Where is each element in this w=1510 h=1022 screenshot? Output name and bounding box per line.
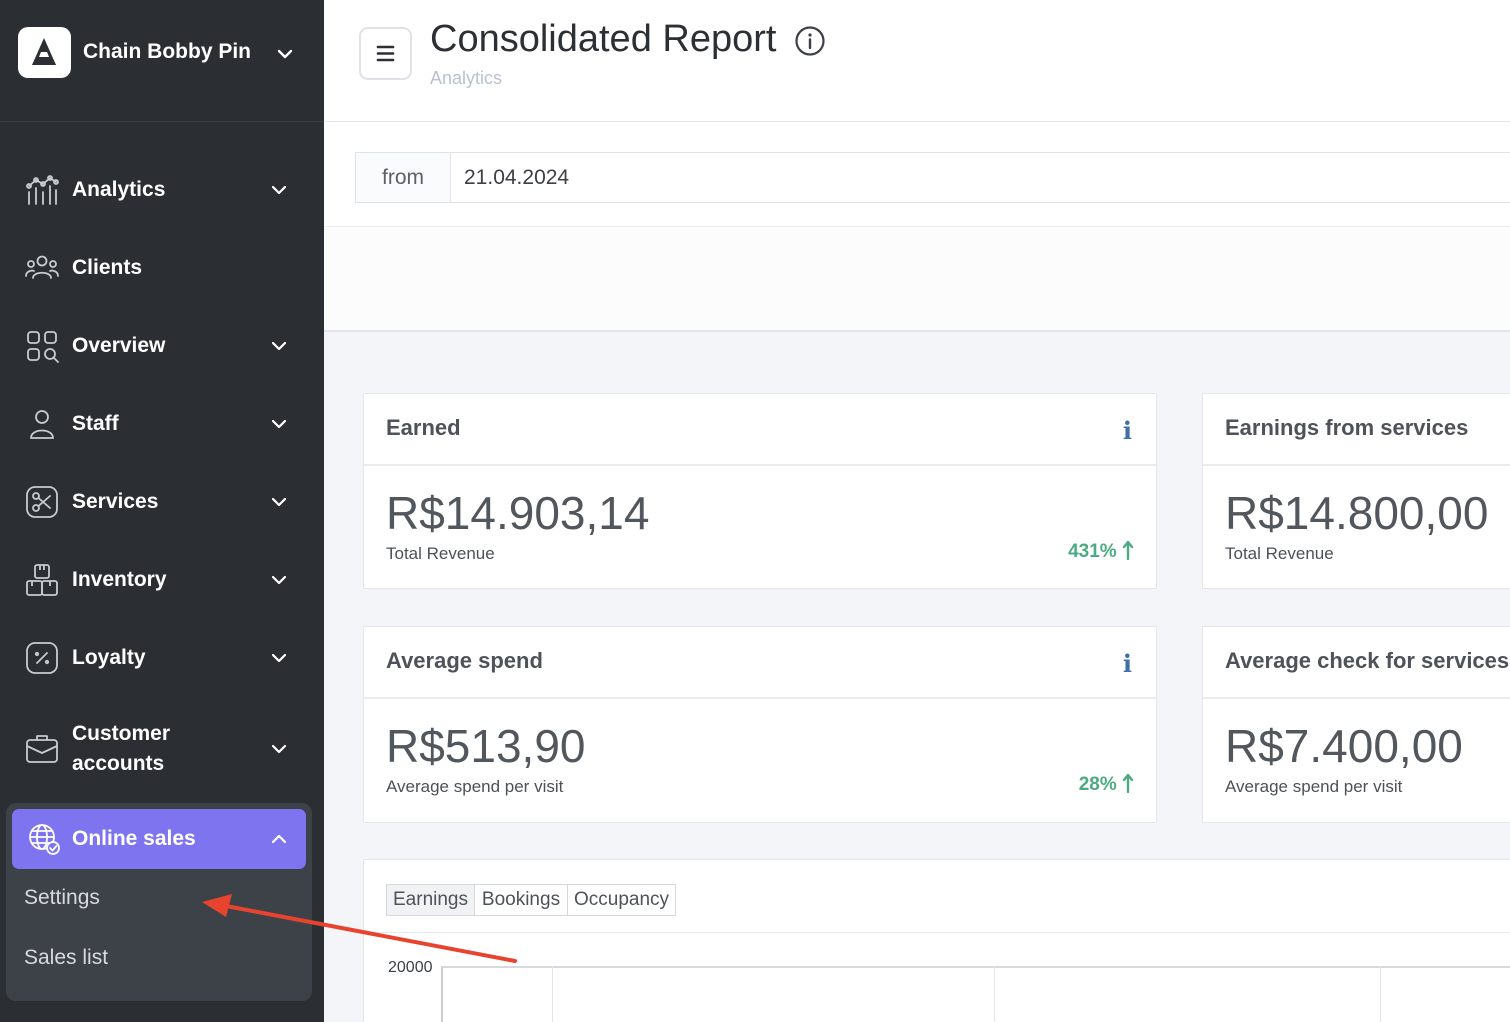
sidebar-item-label: Analytics	[72, 178, 166, 201]
sidebar: Chain Bobby Pin Analytics Clients Overvi…	[0, 0, 324, 1022]
divider	[364, 932, 1510, 933]
chevron-down-icon[interactable]	[275, 44, 295, 64]
globe-check-icon	[29, 824, 60, 855]
overview-icon	[27, 331, 59, 363]
card-value: R$513,90	[386, 720, 586, 772]
card-subtitle: Average spend per visit	[386, 777, 564, 796]
info-icon[interactable]	[794, 25, 826, 57]
brand-switcher[interactable]: Chain Bobby Pin	[0, 0, 324, 122]
arrow-up-icon	[1122, 540, 1134, 561]
y-axis-tick-label: 20000	[388, 959, 433, 976]
date-range-group: from	[355, 152, 1510, 203]
card-subtitle: Total Revenue	[1225, 544, 1334, 563]
info-icon[interactable]: i	[1123, 416, 1132, 445]
card-value: R$14.903,14	[386, 487, 650, 539]
date-from-label: from	[356, 153, 451, 202]
hamburger-icon	[376, 45, 395, 62]
gridline	[552, 966, 553, 1022]
sidebar-item-label: Services	[72, 490, 159, 513]
staff-icon	[30, 410, 54, 439]
sidebar-item-label: Clients	[72, 256, 143, 279]
chevron-up-icon	[271, 834, 287, 844]
breadcrumb[interactable]: Analytics	[430, 68, 502, 89]
chevron-down-icon	[271, 653, 287, 663]
sidebar-item-label: Inventory	[72, 568, 167, 591]
sidebar-item-label: Overview	[72, 334, 166, 357]
sidebar-subitem-sales-list[interactable]: Sales list	[24, 946, 108, 970]
gridline	[1380, 966, 1381, 1022]
card-header: Earnings from services	[1203, 394, 1510, 466]
sidebar-item-inventory[interactable]: Inventory	[0, 550, 324, 610]
card-change: 28%	[1079, 773, 1134, 796]
card-title: Earnings from services	[1225, 415, 1469, 440]
chart-card: Earnings Bookings Occupancy 20000	[363, 859, 1510, 1022]
menu-toggle-button[interactable]	[359, 27, 412, 80]
boxes-icon	[26, 564, 58, 596]
change-value: 28%	[1078, 774, 1117, 795]
briefcase-icon	[26, 735, 58, 763]
arrow-up-icon	[1122, 773, 1134, 794]
chevron-down-icon	[271, 575, 287, 585]
card-title: Average check for services	[1225, 648, 1510, 673]
sidebar-item-staff[interactable]: Staff	[0, 394, 324, 454]
card-average-check-services: Average check for services R$7.400,00 Av…	[1202, 626, 1510, 823]
card-earnings-from-services: Earnings from services R$14.800,00 Total…	[1202, 393, 1510, 589]
chevron-down-icon	[271, 744, 287, 754]
sidebar-item-clients[interactable]: Clients	[0, 238, 324, 298]
card-change: 431%	[1068, 540, 1134, 563]
scissors-icon	[26, 486, 58, 518]
card-header: Average check for services	[1203, 627, 1510, 699]
change-value: 431%	[1068, 541, 1117, 562]
card-average-spend: Average spend i R$513,90 Average spend p…	[363, 626, 1157, 823]
chevron-down-icon	[271, 185, 287, 195]
card-value: R$7.400,00	[1225, 720, 1463, 772]
gridline	[994, 966, 995, 1022]
sidebar-item-online-sales[interactable]: Online sales	[12, 809, 306, 869]
card-header: Earned i	[364, 394, 1156, 466]
date-from-input[interactable]	[452, 153, 1510, 202]
filter-panel: from	[324, 122, 1510, 332]
sidebar-item-label: Online sales	[72, 827, 196, 850]
tab-earnings[interactable]: Earnings	[386, 884, 475, 916]
chart-plot-area	[441, 966, 1510, 1022]
sidebar-item-label-line1: Customer	[72, 722, 171, 745]
chevron-down-icon	[271, 497, 287, 507]
sidebar-item-services[interactable]: Services	[0, 472, 324, 532]
card-subtitle: Total Revenue	[386, 544, 495, 563]
card-header: Average spend i	[364, 627, 1156, 699]
card-title: Average spend	[386, 648, 543, 673]
tab-occupancy[interactable]: Occupancy	[567, 884, 676, 916]
tab-bookings[interactable]: Bookings	[474, 884, 568, 916]
sidebar-item-label-line2: accounts	[72, 752, 165, 775]
sidebar-item-label: Customer accounts	[72, 719, 170, 779]
page-title: Consolidated Report	[430, 18, 777, 60]
page-header: Consolidated Report Analytics	[324, 0, 1510, 122]
sidebar-item-analytics[interactable]: Analytics	[0, 160, 324, 220]
sidebar-item-label: Staff	[72, 412, 119, 435]
sidebar-subitem-settings[interactable]: Settings	[24, 886, 100, 910]
brand-logo	[18, 27, 71, 78]
sidebar-item-overview[interactable]: Overview	[0, 316, 324, 376]
clients-icon	[25, 255, 59, 279]
filter-row: from	[324, 122, 1510, 227]
discount-icon	[26, 642, 58, 674]
analytics-icon	[26, 175, 59, 205]
info-icon[interactable]: i	[1123, 649, 1132, 678]
brand-name: Chain Bobby Pin	[83, 40, 251, 63]
card-subtitle: Average spend per visit	[1225, 777, 1403, 796]
sidebar-item-label: Loyalty	[72, 646, 146, 669]
card-title: Earned	[386, 415, 461, 440]
card-value: R$14.800,00	[1225, 487, 1489, 539]
sidebar-item-customer-accounts[interactable]: Customer accounts	[0, 714, 324, 784]
chevron-down-icon	[271, 419, 287, 429]
sidebar-item-loyalty[interactable]: Loyalty	[0, 628, 324, 688]
card-earned: Earned i R$14.903,14 Total Revenue 431%	[363, 393, 1157, 589]
chevron-down-icon	[271, 341, 287, 351]
